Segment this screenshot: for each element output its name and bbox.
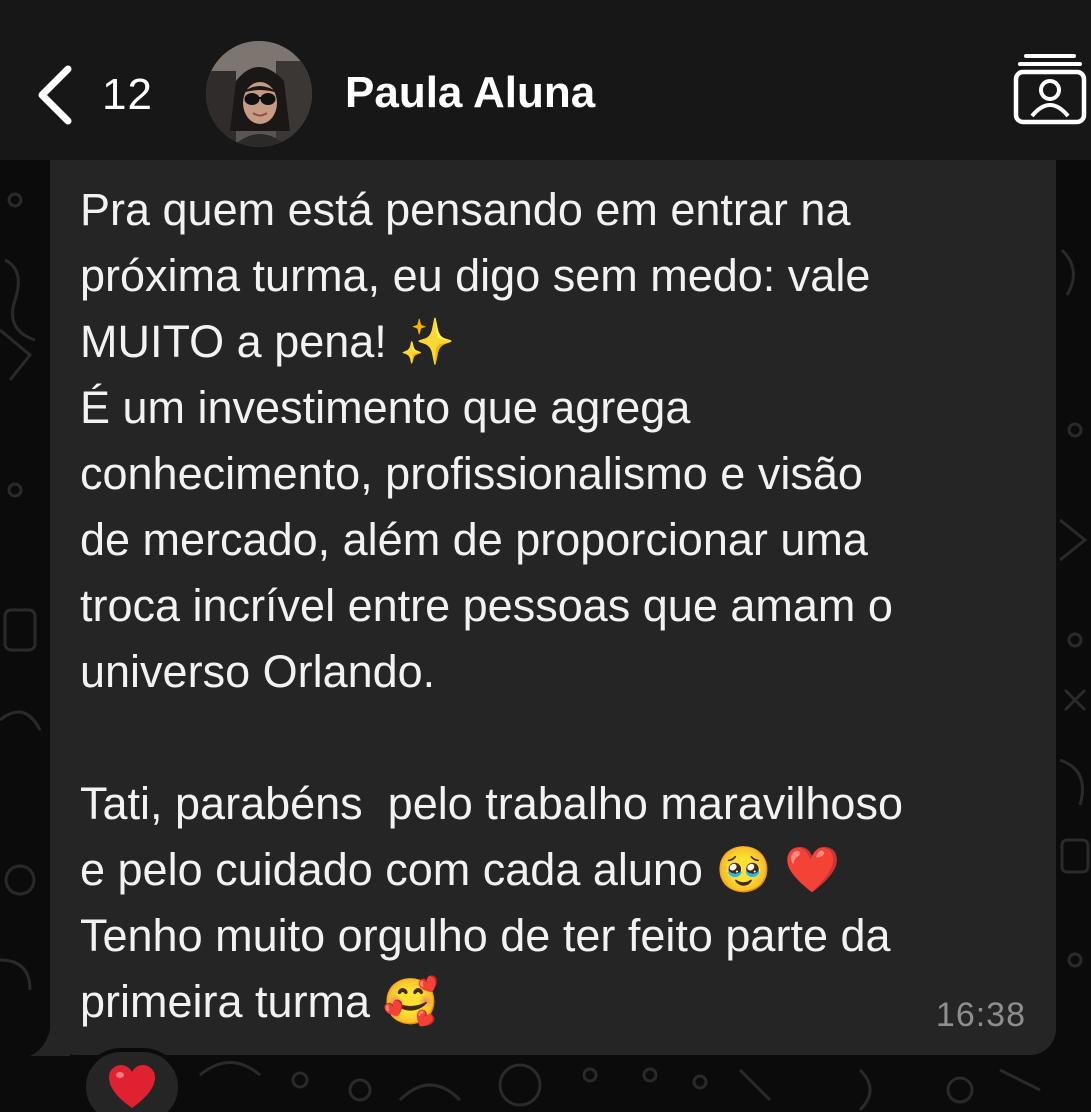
message-timestamp: 16:38	[935, 996, 1026, 1034]
reaction-badge[interactable]	[82, 1048, 182, 1112]
chat-screen: 12 Paula Aluna Pra quem está pensando em…	[0, 0, 1091, 1112]
chevron-left-icon	[38, 65, 72, 125]
contact-name[interactable]: Paula Aluna	[345, 68, 595, 118]
heart-icon	[109, 1065, 155, 1108]
message-text: Pra quem está pensando em entrar na próx…	[80, 184, 903, 1027]
back-button[interactable]: 12	[30, 55, 153, 135]
unread-count: 12	[102, 70, 153, 119]
contact-card-button[interactable]	[1012, 52, 1088, 128]
message-bubble[interactable]: Pra quem está pensando em entrar na próx…	[50, 160, 1056, 1055]
chat-header: 12 Paula Aluna	[0, 0, 1091, 160]
contact-card-icon	[1013, 54, 1087, 125]
avatar[interactable]	[206, 41, 312, 147]
avatar-photo	[206, 41, 312, 147]
